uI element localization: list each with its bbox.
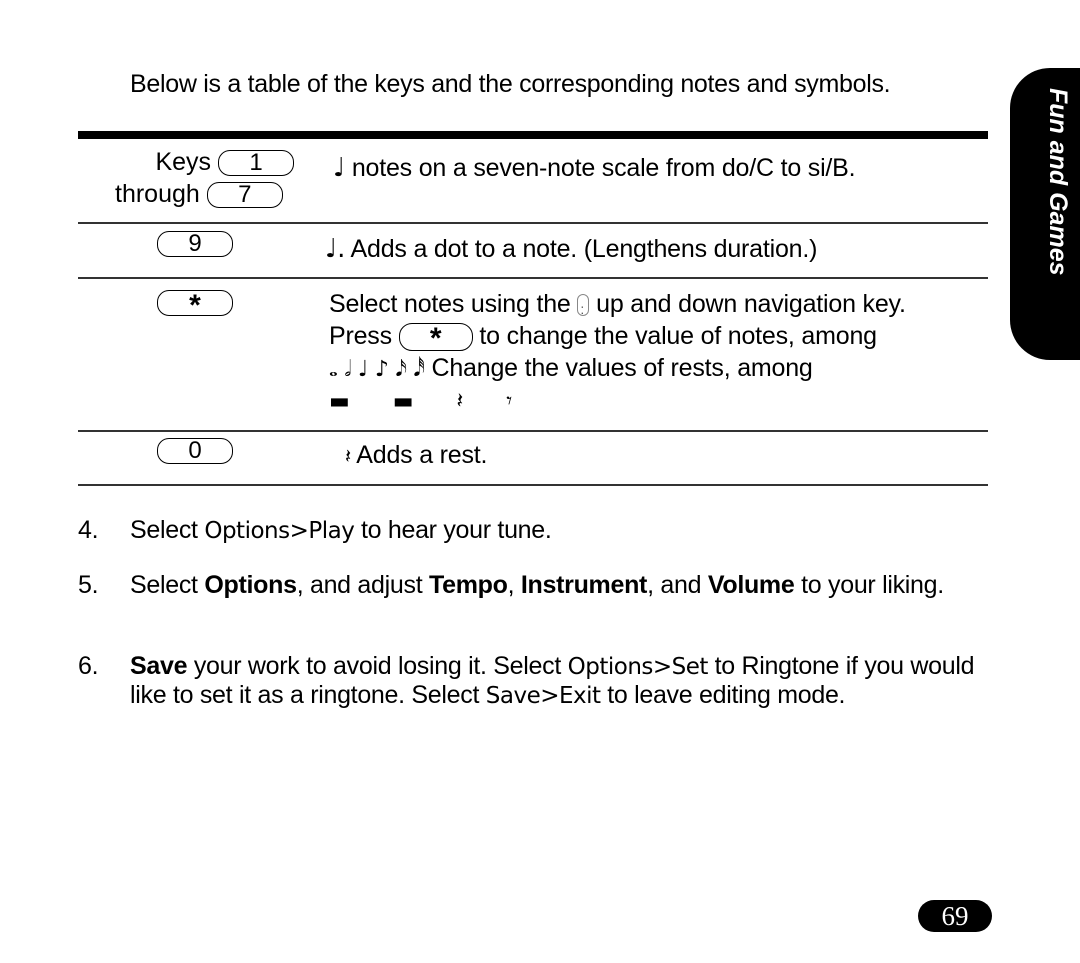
- table-row-divider: [78, 277, 988, 279]
- key-star: *: [157, 290, 233, 321]
- key-cell-0: 0: [157, 436, 233, 465]
- nav-key-icon: [577, 293, 590, 325]
- note-values-text: to change the value of notes, among: [479, 322, 877, 350]
- select-notes-text: Select notes using the: [329, 290, 571, 318]
- quarter-note-icon: ♩: [333, 153, 346, 183]
- key-7: 7: [206, 182, 283, 209]
- key-cell-through: through 7: [115, 180, 283, 209]
- through-label: through: [115, 180, 200, 208]
- note-values-icons: 𝅝 𝅗𝅥 ♩ ♪ 𝅘𝅥𝅯 𝅘𝅥𝅰: [329, 357, 425, 382]
- step-number: 4.: [78, 516, 99, 544]
- page-number: 69: [918, 900, 992, 932]
- row-description-rest: 𝄽 Adds a rest.: [345, 439, 487, 472]
- key-9: 9: [157, 231, 233, 258]
- table-row-divider: [78, 430, 988, 432]
- step-number: 6.: [78, 652, 99, 680]
- step-text: Select Options, and adjust Tempo, Instru…: [130, 571, 944, 599]
- key-cell-star: *: [157, 288, 233, 321]
- intro-text: Below is a table of the keys and the cor…: [130, 70, 891, 98]
- row-description-dot: ♩. Adds a dot to a note. (Lengthens dura…: [325, 233, 817, 265]
- press-text: Press: [329, 322, 392, 350]
- dotted-note-icon: ♩.: [325, 234, 346, 264]
- dot-description: Adds a dot to a note. (Lengthens duratio…: [350, 235, 818, 263]
- row-description-star: Select notes using the up and down navig…: [329, 288, 906, 418]
- section-tab: Fun and Games: [1010, 68, 1080, 360]
- notes-description: notes on a seven-note scale from do/C to…: [351, 154, 856, 182]
- key-cell-1-7: Keys 1: [148, 148, 294, 177]
- table-bottom-rule: [78, 484, 988, 486]
- key-star-inline: *: [398, 323, 473, 354]
- table-row-divider: [78, 222, 988, 224]
- step-text: Select Options>Play to hear your tune.: [130, 516, 552, 544]
- row-description-notes: ♩ notes on a seven-note scale from do/C …: [333, 152, 856, 184]
- rest-values-text: Change the values of rests, among: [431, 354, 813, 382]
- nav-key-text: up and down navigation key.: [596, 290, 906, 318]
- rest-description: Adds a rest.: [356, 441, 488, 469]
- rest-values-icons: ▬ ▬ 𝄽 𝄾: [329, 389, 531, 414]
- key-1: 1: [218, 150, 294, 177]
- keys-label: Keys: [155, 148, 212, 176]
- key-cell-9: 9: [157, 229, 233, 258]
- table-top-rule: [78, 131, 988, 139]
- step-text: Save your work to avoid losing it. Selec…: [130, 652, 975, 709]
- rest-icon: 𝄽: [345, 444, 351, 468]
- step-number: 5.: [78, 571, 99, 599]
- section-tab-label: Fun and Games: [1044, 88, 1072, 276]
- key-0: 0: [157, 438, 233, 465]
